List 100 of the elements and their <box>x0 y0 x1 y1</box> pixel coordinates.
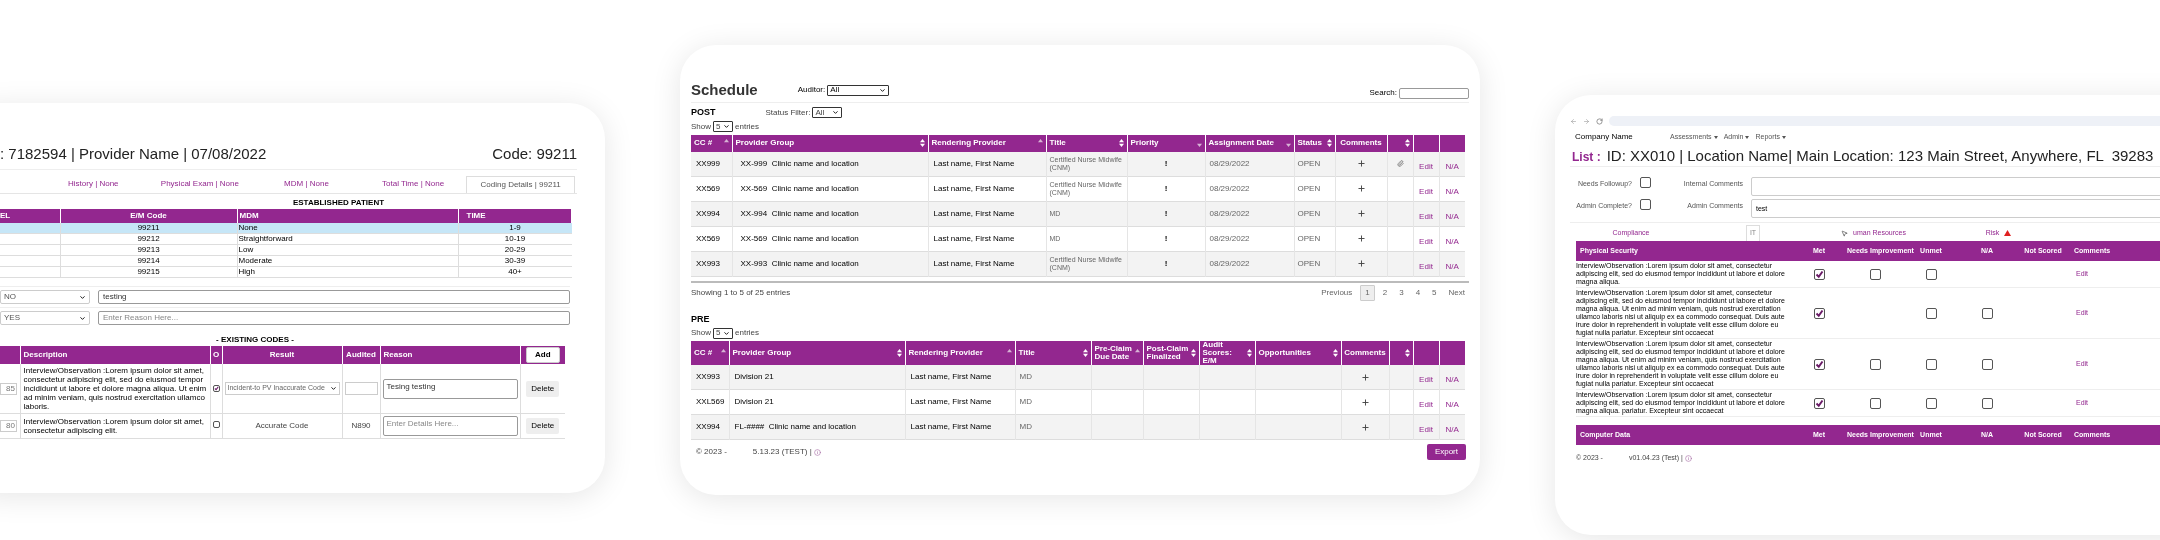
sort-icon[interactable] <box>1332 349 1338 357</box>
edit-link[interactable]: Edit <box>1419 161 1433 171</box>
na-link[interactable]: N/A <box>1445 400 1459 409</box>
checkbox[interactable] <box>1813 307 1825 319</box>
page-button[interactable]: 1 <box>1360 284 1375 301</box>
checkbox[interactable] <box>1981 307 1993 319</box>
sort-icon[interactable] <box>1404 349 1410 357</box>
checkbox[interactable] <box>1981 358 1993 370</box>
table-row[interactable]: 99214 Moderate 30-39 <box>0 255 572 267</box>
column-header[interactable]: Audit Scores: E/M <box>1202 341 1246 365</box>
tab[interactable]: Physical Exam | None <box>146 175 254 193</box>
column-header[interactable]: Title <box>1049 139 1066 147</box>
sort-icon[interactable] <box>919 139 925 147</box>
comment-field[interactable] <box>1751 177 2160 196</box>
sort-icon[interactable] <box>1082 349 1088 357</box>
column-header[interactable]: Assignment Date <box>1208 139 1274 147</box>
page-button[interactable]: 2 <box>1378 285 1392 300</box>
checkbox[interactable] <box>1869 358 1881 370</box>
reason-field[interactable]: Enter Reason Here... <box>98 311 570 325</box>
column-header[interactable]: Priority <box>1130 139 1159 147</box>
column-header[interactable]: Pre-Claim Due Date <box>1094 345 1134 361</box>
sort-icon[interactable] <box>1404 139 1410 147</box>
checkbox[interactable] <box>1640 199 1651 210</box>
checkbox[interactable] <box>1925 358 1937 370</box>
audited-field[interactable] <box>344 382 378 395</box>
na-link[interactable]: N/A <box>1445 425 1459 434</box>
add-comment-icon[interactable] <box>1356 234 1366 243</box>
page-button[interactable]: Next <box>1444 285 1469 300</box>
column-header[interactable]: Rendering Provider <box>931 139 1006 147</box>
column-header[interactable]: CC # <box>694 139 713 147</box>
delete-button[interactable]: Delete <box>526 418 560 434</box>
column-header[interactable]: Provider Group <box>732 349 792 357</box>
auditor-select[interactable]: All <box>827 84 890 96</box>
column-header[interactable]: CC # <box>694 349 713 357</box>
page-button[interactable]: Previous <box>1317 285 1357 300</box>
answer-select[interactable]: NO <box>0 290 90 304</box>
add-comment-icon[interactable] <box>1356 159 1366 168</box>
reason-field[interactable]: testing <box>98 290 570 304</box>
checkbox[interactable] <box>1813 397 1825 409</box>
tab[interactable]: Coding Details | 99211 <box>466 175 575 193</box>
column-header[interactable]: Comments <box>1344 349 1386 357</box>
entries-select[interactable]: 5 <box>713 327 733 339</box>
reason-field[interactable]: Enter Details Here... <box>382 416 518 436</box>
tab[interactable]: History | None <box>40 175 147 193</box>
column-header[interactable]: Post-Claim Finalized <box>1146 345 1190 361</box>
checkbox[interactable] <box>1869 397 1881 409</box>
checkbox[interactable] <box>1925 268 1937 280</box>
table-row[interactable]: 99211 None 1-9 <box>0 222 572 234</box>
checkbox[interactable] <box>212 384 220 392</box>
checkbox[interactable] <box>1813 358 1825 370</box>
sort-icon[interactable] <box>1326 139 1332 147</box>
add-comment-icon[interactable] <box>1360 372 1370 382</box>
column-header[interactable]: Status <box>1297 139 1322 147</box>
checkbox[interactable] <box>212 421 220 428</box>
checkbox[interactable] <box>1925 307 1937 319</box>
code-field[interactable]: 80 <box>0 420 17 432</box>
edit-link[interactable]: Edit <box>1419 186 1433 196</box>
column-header[interactable]: Opportunities <box>1258 349 1311 357</box>
paperclip-icon[interactable] <box>1396 160 1404 167</box>
checkbox[interactable] <box>1813 268 1825 280</box>
page-button[interactable]: 4 <box>1411 285 1425 300</box>
sort-icon[interactable] <box>1246 349 1252 357</box>
table-row[interactable]: 99212 Straightforward 10-19 <box>0 233 572 245</box>
na-link[interactable]: N/A <box>1445 261 1459 271</box>
na-link[interactable]: N/A <box>1445 186 1459 196</box>
checkbox[interactable] <box>1981 397 1993 409</box>
column-header[interactable]: Comments <box>1340 139 1382 147</box>
add-comment-icon[interactable] <box>1356 259 1366 268</box>
delete-button[interactable]: Delete <box>526 380 560 397</box>
tab[interactable]: Total Time | None <box>359 175 467 193</box>
page-button[interactable]: 5 <box>1428 285 1441 300</box>
edit-link[interactable]: Edit <box>1419 425 1433 434</box>
reason-field[interactable]: Tesing testing <box>382 378 518 399</box>
na-link[interactable]: N/A <box>1445 161 1459 171</box>
column-header[interactable]: Rendering Provider <box>908 349 983 357</box>
sort-icon[interactable] <box>1190 349 1196 357</box>
add-comment-icon[interactable] <box>1360 397 1370 407</box>
table-row[interactable]: 99215 High 40+ <box>0 266 572 278</box>
checkbox[interactable] <box>1869 268 1881 280</box>
export-button[interactable]: Export <box>1426 444 1466 460</box>
code-field[interactable]: 85 <box>0 382 17 395</box>
edit-link[interactable]: Edit <box>1419 400 1433 409</box>
edit-link[interactable]: Edit <box>1419 236 1433 246</box>
page-button[interactable]: 3 <box>1395 285 1408 300</box>
na-link[interactable]: N/A <box>1445 375 1459 384</box>
checkbox[interactable] <box>1640 177 1651 188</box>
answer-select[interactable]: YES <box>0 311 90 325</box>
add-comment-icon[interactable] <box>1360 422 1370 432</box>
tab[interactable]: MDM | None <box>253 175 360 193</box>
checkbox[interactable] <box>1925 397 1937 409</box>
edit-link[interactable]: Edit <box>1419 375 1433 384</box>
add-comment-icon[interactable] <box>1356 209 1366 218</box>
status-filter-select[interactable]: All <box>812 107 843 119</box>
search-field[interactable] <box>1399 87 1469 99</box>
na-link[interactable]: N/A <box>1445 211 1459 221</box>
column-header[interactable]: Title <box>1018 349 1035 357</box>
sort-icon[interactable] <box>1118 139 1124 147</box>
sort-icon[interactable] <box>896 349 902 357</box>
entries-select[interactable]: 5 <box>713 121 733 132</box>
edit-link[interactable]: Edit <box>1419 211 1433 221</box>
